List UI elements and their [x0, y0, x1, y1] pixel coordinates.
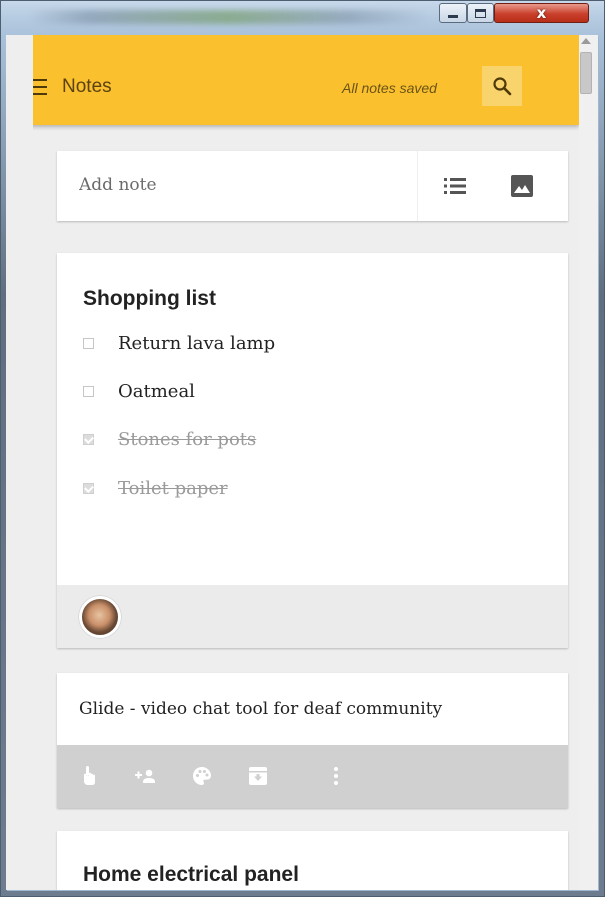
checkbox-checked[interactable]	[83, 433, 94, 445]
note-footer	[57, 585, 568, 648]
checkbox-checked[interactable]	[83, 482, 94, 494]
more-options-button[interactable]	[325, 765, 347, 787]
checklist-item[interactable]: Oatmeal	[83, 377, 195, 405]
list-icon	[444, 178, 466, 194]
note-title: Home electrical panel	[83, 863, 299, 886]
checkbox-unchecked[interactable]	[83, 337, 94, 349]
add-note-divider	[417, 151, 418, 221]
new-list-button[interactable]	[443, 175, 467, 197]
note-card-shopping-list[interactable]: Shopping list Return lava lamp Oatmeal S…	[57, 253, 568, 648]
checkbox-unchecked[interactable]	[83, 385, 94, 397]
checklist-item[interactable]: Return lava lamp	[83, 329, 275, 357]
close-icon: x	[536, 4, 547, 22]
scroll-up-arrow-icon[interactable]	[581, 38, 591, 44]
add-note-card	[57, 151, 568, 221]
save-status: All notes saved	[342, 80, 437, 96]
remind-me-button[interactable]	[79, 765, 101, 787]
note-text: Glide - video chat tool for deaf communi…	[79, 699, 443, 719]
add-collaborator-button[interactable]	[135, 765, 157, 787]
add-note-input[interactable]	[79, 175, 399, 195]
maximize-button[interactable]	[467, 3, 494, 23]
hamburger-menu-icon[interactable]	[33, 79, 47, 97]
checklist-item[interactable]: Toilet paper	[83, 474, 228, 502]
client-margin-left	[6, 35, 33, 890]
window-frame-right	[599, 36, 604, 896]
note-title: Shopping list	[83, 287, 216, 310]
palette-icon	[193, 767, 211, 785]
reminder-hand-icon	[84, 766, 95, 785]
window-title-blurred	[29, 10, 429, 24]
window-titlebar[interactable]: x	[1, 1, 604, 36]
checklist-item-label: Toilet paper	[118, 477, 228, 499]
image-icon	[511, 175, 533, 197]
minimize-button[interactable]	[439, 3, 467, 23]
notes-client-area: Notes All notes saved Add note Shopping …	[33, 35, 579, 890]
app-bar: Notes All notes saved	[33, 35, 579, 125]
app-title: Notes	[62, 76, 112, 97]
new-image-note-button[interactable]	[510, 174, 534, 198]
note-card-glide[interactable]: Glide - video chat tool for deaf communi…	[57, 673, 568, 808]
archive-button[interactable]	[247, 765, 269, 787]
close-button[interactable]: x	[494, 3, 589, 23]
change-color-button[interactable]	[191, 765, 213, 787]
archive-icon	[249, 767, 267, 785]
add-collaborator-icon	[135, 769, 155, 783]
note-card-home-electrical-panel[interactable]: Home electrical panel	[57, 831, 568, 890]
scrollbar-thumb[interactable]	[580, 52, 592, 94]
checklist-item-label: Return lava lamp	[118, 332, 276, 354]
checklist-item-label: Stones for pots	[118, 428, 257, 450]
checklist-item-label: Oatmeal	[118, 380, 195, 402]
checklist-item[interactable]: Stones for pots	[83, 425, 256, 453]
avatar[interactable]	[79, 596, 121, 638]
note-toolbar	[57, 745, 568, 808]
window-frame-bottom	[1, 891, 604, 896]
search-icon	[493, 77, 512, 96]
more-vert-icon	[334, 767, 338, 785]
maximize-icon	[475, 8, 486, 18]
search-button[interactable]	[482, 66, 522, 106]
scrollbar-track[interactable]	[579, 35, 598, 890]
minimize-icon	[448, 15, 458, 18]
